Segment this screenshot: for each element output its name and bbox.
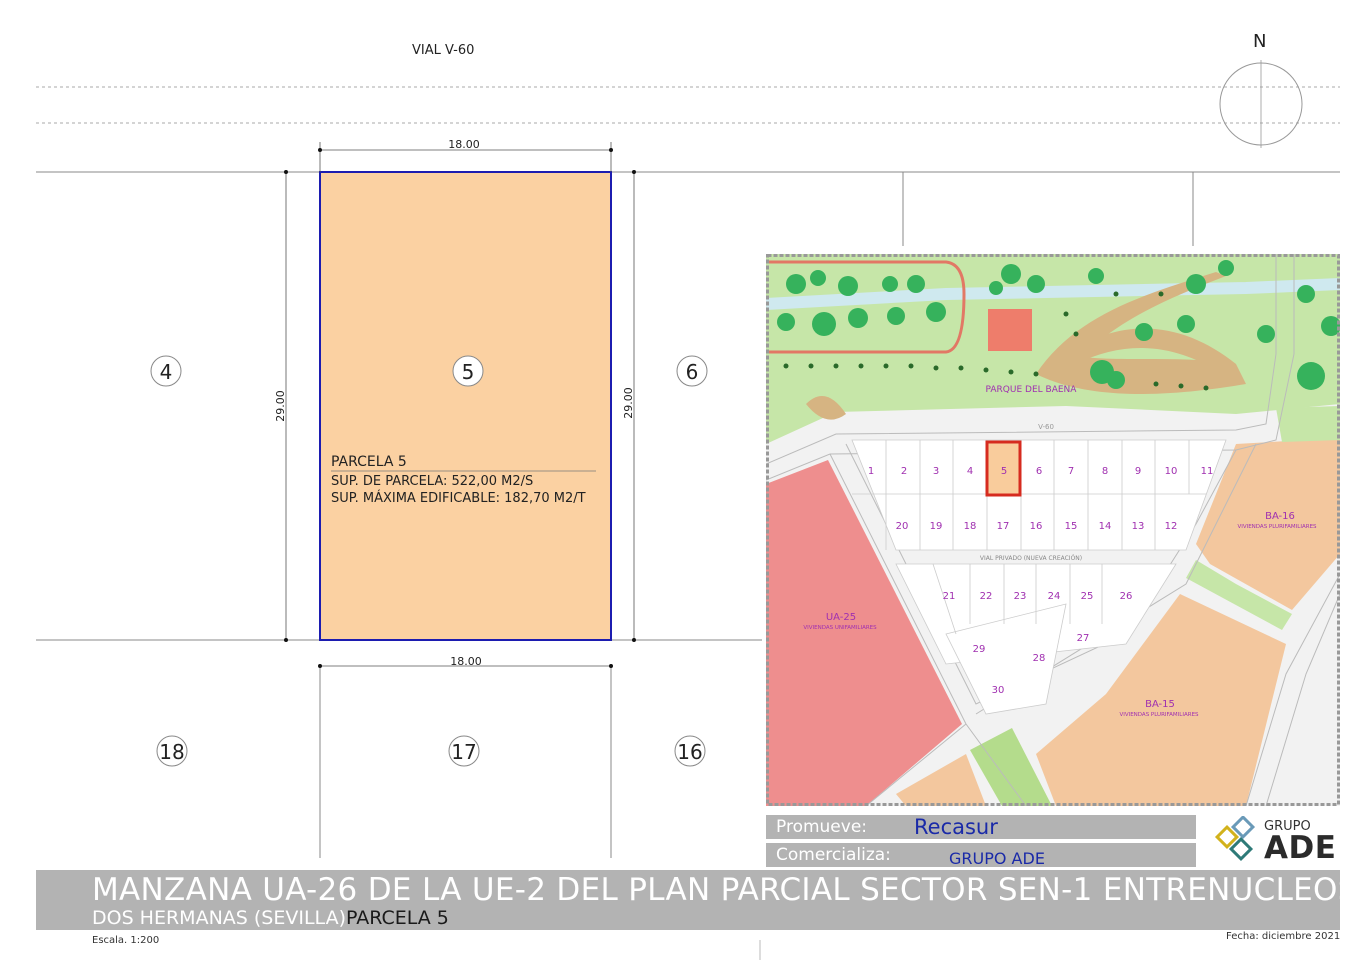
lot-label: 23: [1014, 591, 1027, 602]
lot-label: 14: [1099, 521, 1112, 532]
lot-label: 18: [964, 521, 977, 532]
lot-label: 20: [896, 521, 909, 532]
seller-row: Comercializa: GRUPO ADE: [766, 843, 1196, 868]
logo-diamonds-icon: [1214, 816, 1256, 862]
lot-label: 16: [1030, 521, 1043, 532]
plan-subtitle: DOS HERMANAS (SEVILLA)PARCELA 5: [92, 907, 449, 929]
lot-label: 26: [1120, 591, 1133, 602]
plan-title: MANZANA UA-26 DE LA UE-2 DEL PLAN PARCIA…: [92, 872, 1358, 908]
logo-ade-text: ADE: [1264, 830, 1337, 866]
road-label: VIAL V-60: [412, 43, 475, 58]
road-label-inset: V-60: [1038, 423, 1054, 431]
zone-ua25-sublabel: VIVIENDAS UNIFAMILIARES: [803, 625, 877, 631]
plan-location: DOS HERMANAS (SEVILLA): [92, 907, 346, 929]
lot-label: 13: [1132, 521, 1145, 532]
north-arrow-icon: [1219, 60, 1303, 148]
promoter-value: Recasur: [914, 815, 998, 839]
lot-label: 4: [967, 466, 973, 477]
lot-label: 8: [1102, 466, 1108, 477]
parcel-number: 16: [677, 740, 702, 764]
parcel-marker-4[interactable]: 4: [150, 355, 182, 387]
lot-label: 6: [1036, 466, 1042, 477]
green-strip: [1276, 406, 1340, 442]
lot-label: 21: [943, 591, 956, 602]
parcel-info-buildable: SUP. MÁXIMA EDIFICABLE: 182,70 M2/T: [331, 490, 586, 506]
lot-label: 1: [868, 466, 874, 477]
private-road-label: VIAL PRIVADO (NUEVA CREACIÓN): [980, 555, 1082, 562]
parcel-marker-5[interactable]: 5: [452, 355, 484, 387]
date-label: Fecha: diciembre 2021: [1226, 931, 1341, 942]
selected-parcel[interactable]: [319, 171, 612, 641]
lot-label: 7: [1068, 466, 1074, 477]
lot-label: 25: [1081, 591, 1094, 602]
lot-label: 28: [1033, 653, 1046, 664]
parcel-number: 5: [462, 360, 475, 384]
lot-label: 15: [1065, 521, 1078, 532]
promoter-label: Promueve:: [776, 817, 868, 837]
parcel-number: 4: [160, 360, 173, 384]
zone-ba16-label: BA-16: [1265, 511, 1295, 522]
parcel-number: 18: [159, 740, 184, 764]
parcel-marker-17[interactable]: 17: [448, 735, 480, 767]
location-inset-map: 1 2 3 4 5 6 7 8 9 10 11 20 19 18 17 16 1…: [766, 254, 1340, 806]
lot-label: 24: [1048, 591, 1061, 602]
lot-label: 22: [980, 591, 993, 602]
zone-ba16-sublabel: VIVIENDAS PLURIFAMILIARES: [1237, 524, 1317, 530]
lot-label: 29: [973, 644, 986, 655]
zone-ba15-sublabel: VIVIENDAS PLURIFAMILIARES: [1119, 712, 1199, 718]
parcel-marker-6[interactable]: 6: [676, 355, 708, 387]
seller-value: GRUPO ADE: [949, 849, 1045, 868]
parcel-info-name: PARCELA 5: [331, 454, 407, 470]
parcel-number: 6: [686, 360, 699, 384]
lot-label: 17: [997, 521, 1010, 532]
seller-label: Comercializa:: [776, 845, 891, 865]
lot-label: 10: [1165, 466, 1178, 477]
dimension-right-label: 29.00: [622, 387, 635, 419]
north-label: N: [1253, 31, 1267, 52]
lot-label: 27: [1077, 633, 1090, 644]
lot-label: 30: [992, 685, 1005, 696]
parcel-info-area: SUP. DE PARCELA: 522,00 M2/S: [331, 474, 533, 489]
lot-label: 9: [1135, 466, 1141, 477]
dimension-left-label: 29.00: [274, 390, 287, 422]
scale-label: Escala. 1:200: [92, 935, 160, 946]
plan-parcel: PARCELA 5: [345, 907, 449, 929]
dimension-top-label: 18.00: [448, 138, 480, 151]
park-plaza: [988, 309, 1032, 351]
zone-ba15-label: BA-15: [1145, 699, 1175, 710]
promoter-row: Promueve: Recasur: [766, 815, 1196, 839]
lot-label: 12: [1165, 521, 1178, 532]
park-label: PARQUE DEL BAENA: [986, 385, 1078, 395]
lot-label: 5: [1001, 466, 1007, 477]
lot-label: 19: [930, 521, 943, 532]
parcel-marker-16[interactable]: 16: [674, 735, 706, 767]
company-logo: GRUPO ADE: [1210, 814, 1340, 866]
parcel-number: 17: [451, 740, 476, 764]
lot-label: 11: [1201, 466, 1214, 477]
zone-ua25-label: UA-25: [826, 612, 856, 623]
parcel-marker-18[interactable]: 18: [156, 735, 188, 767]
lot-label: 2: [901, 466, 907, 477]
lot-label: 3: [933, 466, 939, 477]
dimension-bottom-label: 18.00: [450, 655, 482, 668]
